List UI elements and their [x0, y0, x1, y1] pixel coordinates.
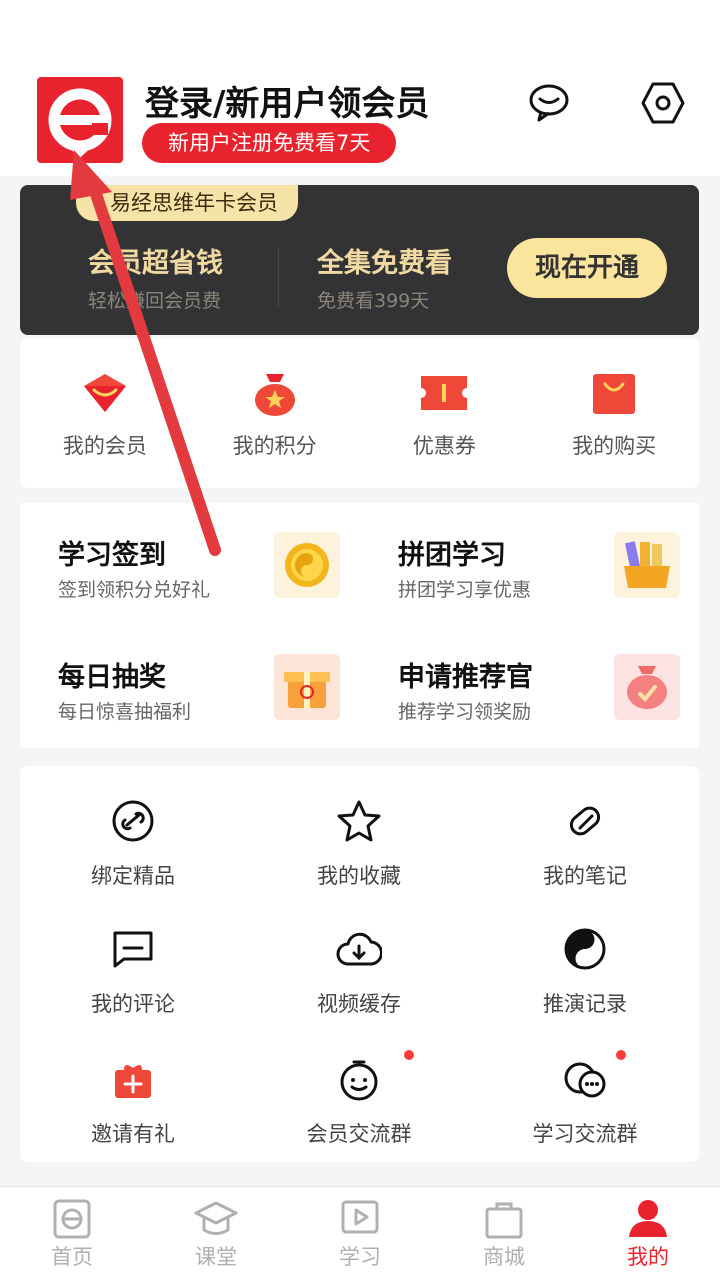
- vip-card[interactable]: 易经思维年卡会员 会员超省钱 轻松赚回会员费 全集免费看 免费看399天 现在开…: [20, 185, 699, 335]
- vip-col2-title: 全集免费看: [317, 248, 452, 279]
- tool-divination-records[interactable]: 推演记录: [472, 926, 698, 1046]
- books-box-icon: [614, 532, 680, 598]
- tab-classroom[interactable]: 课堂: [144, 1187, 288, 1280]
- vip-tag: 易经思维年卡会员: [76, 185, 298, 221]
- play-icon: [341, 1200, 379, 1234]
- tool-notes[interactable]: 我的笔记: [472, 798, 698, 918]
- quick-label: 我的会员: [62, 434, 147, 458]
- tab-label: 课堂: [195, 1245, 237, 1269]
- tab-label: 学习: [339, 1245, 381, 1269]
- quick-my-vip[interactable]: 我的会员: [20, 338, 190, 488]
- tools-grid: 绑定精品 我的收藏 我的笔记 我的评论 视频缓存 推演记录 邀请有礼 会员交流群…: [20, 766, 699, 1162]
- tool-comments[interactable]: 我的评论: [20, 926, 246, 1046]
- feature-title: 拼团学习: [398, 540, 506, 571]
- star-icon: [337, 800, 381, 842]
- gold-coin-icon: [274, 532, 340, 598]
- settings-icon[interactable]: [640, 80, 686, 126]
- graduation-cap-icon: [194, 1201, 238, 1235]
- feature-lottery[interactable]: 每日抽奖 每日惊喜抽福利: [20, 625, 340, 735]
- quick-label: 我的购买: [572, 434, 657, 458]
- study-chat-icon: [564, 1062, 606, 1098]
- feature-checkin[interactable]: 学习签到 签到领积分兑好礼: [20, 503, 340, 613]
- feature-title: 申请推荐官: [398, 662, 533, 693]
- logo-e-icon: [48, 88, 112, 158]
- tool-label: 我的收藏: [317, 864, 401, 888]
- vip-gem-icon: [83, 374, 126, 412]
- tool-favorites[interactable]: 我的收藏: [246, 798, 472, 918]
- tool-label: 绑定精品: [91, 864, 175, 888]
- tool-label: 会员交流群: [306, 1122, 412, 1146]
- tool-invite-gift[interactable]: 邀请有礼: [20, 1056, 246, 1176]
- link-icon: [112, 800, 154, 842]
- tool-label: 推演记录: [543, 992, 627, 1016]
- points-bag-icon: [254, 374, 295, 416]
- profile-header: 登录/新用户领会员 新用户注册免费看7天: [0, 0, 720, 176]
- note-pen-icon: [569, 806, 601, 836]
- message-icon[interactable]: [527, 82, 571, 122]
- home-icon: [53, 1199, 91, 1239]
- tab-label: 商城: [483, 1245, 525, 1269]
- shopping-bag-icon: [593, 374, 636, 414]
- vip-col1-title: 会员超省钱: [88, 248, 223, 279]
- tab-study[interactable]: 学习: [288, 1187, 432, 1280]
- feature-subtitle: 推荐学习领奖励: [398, 701, 532, 723]
- vip-benefit-save: 会员超省钱 轻松赚回会员费: [88, 241, 223, 313]
- tool-member-group[interactable]: 会员交流群: [246, 1050, 472, 1176]
- tab-label: 首页: [51, 1245, 93, 1269]
- login-title[interactable]: 登录/新用户领会员: [145, 76, 429, 125]
- bottom-tab-bar: 首页 课堂 学习 商城 我的: [0, 1186, 720, 1280]
- feature-group-study[interactable]: 拼团学习 拼团学习享优惠: [360, 503, 680, 613]
- quick-my-purchases[interactable]: 我的购买: [529, 338, 699, 488]
- quick-my-points[interactable]: 我的积分: [190, 338, 360, 488]
- vip-benefit-free: 全集免费看 免费看399天: [317, 241, 452, 313]
- tab-shop[interactable]: 商城: [432, 1187, 576, 1280]
- vip-divider: [278, 247, 279, 307]
- vip-col2-sub: 免费看399天: [317, 290, 430, 312]
- feature-grid: 学习签到 签到领积分兑好礼 拼团学习 拼团学习享优惠 每日抽奖 每日惊喜抽福利 …: [20, 503, 699, 748]
- feature-subtitle: 每日惊喜抽福利: [58, 701, 192, 723]
- tool-study-group[interactable]: 学习交流群: [472, 1050, 698, 1176]
- gift-icon: [115, 1064, 151, 1098]
- vip-col1-sub: 轻松赚回会员费: [88, 290, 222, 312]
- new-badge-dot: [404, 1050, 414, 1060]
- member-chat-icon: [340, 1060, 378, 1101]
- quick-links: 我的会员 我的积分 优惠券 我的购买: [20, 338, 699, 488]
- feature-subtitle: 签到领积分兑好礼: [58, 579, 211, 601]
- tool-label: 视频缓存: [317, 992, 401, 1016]
- open-vip-button[interactable]: 现在开通: [507, 238, 667, 298]
- feature-subtitle: 拼团学习享优惠: [398, 579, 532, 601]
- reward-bag-icon: [614, 654, 680, 720]
- tool-bind-premium[interactable]: 绑定精品: [20, 798, 246, 918]
- app-logo[interactable]: [37, 77, 123, 163]
- feature-title: 每日抽奖: [58, 662, 166, 693]
- tab-home[interactable]: 首页: [0, 1187, 144, 1280]
- feature-title: 学习签到: [58, 540, 166, 571]
- tab-label: 我的: [627, 1245, 669, 1269]
- quick-label: 我的积分: [232, 434, 317, 458]
- tab-me[interactable]: 我的: [576, 1187, 720, 1280]
- yin-yang-icon: [564, 928, 606, 970]
- quick-label: 优惠券: [412, 434, 476, 458]
- gift-box-icon: [274, 654, 340, 720]
- tool-label: 学习交流群: [532, 1122, 638, 1146]
- register-badge[interactable]: 新用户注册免费看7天: [142, 123, 397, 163]
- tool-label: 我的评论: [91, 992, 175, 1016]
- comment-icon: [113, 931, 153, 968]
- tool-label: 我的笔记: [543, 864, 627, 888]
- coupon-icon: [421, 376, 468, 410]
- tool-label: 邀请有礼: [91, 1122, 175, 1146]
- feature-referrer[interactable]: 申请推荐官 推荐学习领奖励: [360, 625, 680, 735]
- cloud-download-icon: [336, 932, 382, 966]
- new-badge-dot: [616, 1050, 626, 1060]
- tool-video-cache[interactable]: 视频缓存: [246, 926, 472, 1046]
- user-icon: [629, 1200, 667, 1237]
- shop-bag-icon: [485, 1202, 523, 1239]
- quick-coupons[interactable]: 优惠券: [360, 338, 530, 488]
